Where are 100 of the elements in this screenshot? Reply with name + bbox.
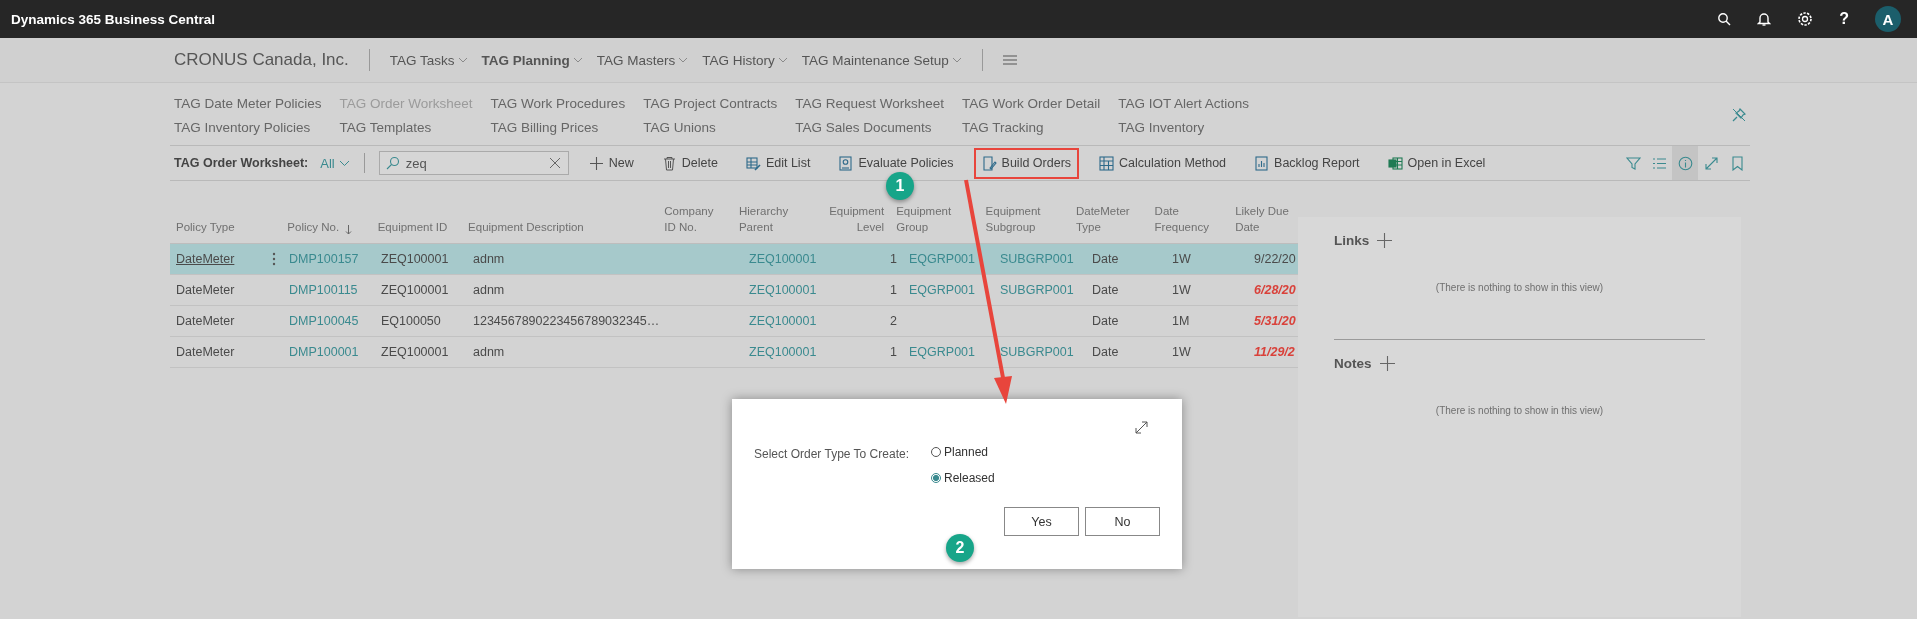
table-cell: 6/28/20	[1254, 283, 1296, 297]
page-link[interactable]: TAG Project Contracts	[643, 95, 778, 111]
sort-arrow-icon	[345, 225, 353, 235]
table-cell: EQ100050	[381, 314, 441, 328]
toolbar-button[interactable]: Edit List	[737, 147, 819, 179]
page-link[interactable]: TAG Inventory	[1118, 119, 1250, 135]
table-cell: 5/31/20	[1254, 314, 1296, 328]
toolbar-button[interactable]: Calculation Method	[1091, 147, 1235, 179]
toolbar-button[interactable]: Build Orders	[973, 147, 1080, 179]
table-cell[interactable]: ZEQ100001	[749, 345, 817, 359]
dialog-button[interactable]: Yes	[1004, 507, 1079, 536]
more-options-icon[interactable]	[272, 252, 276, 266]
toolbar-button[interactable]: Open in Excel	[1379, 147, 1494, 179]
search-icon[interactable]	[1717, 12, 1732, 26]
grid-pencil-icon	[745, 155, 761, 171]
table-cell[interactable]: EQGRP001	[909, 252, 975, 266]
column-header[interactable]: Equipment Group	[896, 203, 974, 235]
table-cell[interactable]: EQGRP001	[909, 345, 975, 359]
search-icon	[385, 156, 400, 170]
table-cell: adnm	[473, 283, 505, 297]
column-header[interactable]: Equipment Subgroup	[985, 203, 1064, 235]
column-header[interactable]: Equipment Level	[825, 203, 885, 235]
chevron-down-icon	[777, 57, 788, 63]
page-link[interactable]: TAG IOT Alert Actions	[1118, 95, 1250, 111]
table-cell[interactable]: ZEQ100001	[749, 252, 817, 266]
add-icon[interactable]	[1379, 356, 1395, 371]
menu-icon[interactable]	[1002, 55, 1017, 65]
clear-icon[interactable]	[548, 157, 561, 169]
add-icon[interactable]	[1377, 233, 1393, 248]
chevron-down-icon	[951, 57, 962, 63]
page-link[interactable]: TAG Work Order Detail	[962, 95, 1101, 111]
table-cell[interactable]: DMP100157	[289, 252, 359, 266]
toolbar-button[interactable]: Backlog Report	[1246, 147, 1368, 179]
column-header[interactable]: Equipment Description	[468, 219, 584, 235]
column-header[interactable]: Hierarchy Parent	[738, 203, 814, 235]
table-row[interactable]: DateMeter DMP100001 ZEQ100001 adnm ZEQ100001 1 EQGRP001 SUBGRP001 Date 1W 11/29/2	[170, 337, 1298, 368]
table-cell: 2	[890, 314, 897, 328]
step-badge: 1	[886, 172, 914, 200]
page-link[interactable]: TAG Work Procedures	[490, 95, 626, 111]
company-name[interactable]: CRONUS Canada, Inc.	[174, 50, 349, 70]
table-cell[interactable]: SUBGRP001	[1000, 252, 1074, 266]
column-header[interactable]: DateMeter Type	[1075, 203, 1143, 235]
table-cell: 1W	[1172, 283, 1191, 297]
info-icon[interactable]	[1672, 146, 1698, 180]
radio-option[interactable]: Released	[930, 471, 995, 485]
table-cell[interactable]: ZEQ100001	[749, 314, 817, 328]
table-row[interactable]: DateMeter DMP100157 ZEQ100001 adnm ZEQ100001 1 EQGRP001 SUBGRP001 Date 1W 9/22/20	[170, 244, 1298, 275]
table-cell[interactable]: EQGRP001	[909, 283, 975, 297]
chevron-down-icon	[572, 57, 583, 63]
page-link[interactable]: TAG Date Meter Policies	[174, 95, 322, 111]
column-header[interactable]: Policy Type	[176, 219, 235, 235]
table-cell: Date	[1092, 314, 1119, 328]
column-header[interactable]: Likely Due Date	[1235, 203, 1292, 235]
view-selector[interactable]: All	[320, 155, 350, 171]
bell-icon[interactable]	[1757, 11, 1772, 27]
column-header[interactable]: Equipment ID	[377, 219, 448, 235]
column-header[interactable]: Date Frequency	[1154, 203, 1224, 235]
table-cell[interactable]: SUBGRP001	[1000, 345, 1074, 359]
page-link[interactable]: TAG Request Worksheet	[795, 95, 944, 111]
column-header[interactable]: Policy No.	[287, 219, 340, 235]
table-cell: 1	[890, 345, 897, 359]
page-link[interactable]: TAG Sales Documents	[795, 119, 944, 135]
page-link[interactable]: TAG Unions	[643, 119, 778, 135]
chevron-down-icon	[678, 57, 689, 63]
user-avatar[interactable]: A	[1875, 6, 1901, 32]
document-pencil-icon	[981, 155, 997, 171]
nav-menu[interactable]: TAG Maintenance Setup	[801, 52, 962, 68]
nav-menu[interactable]: TAG Tasks	[389, 52, 468, 68]
dialog-button[interactable]: No	[1085, 507, 1160, 536]
search-field[interactable]: zeq	[378, 151, 569, 175]
toolbar-button[interactable]: New	[580, 147, 642, 179]
empty-message: (There is nothing to show in this view)	[1434, 281, 1605, 295]
help-button[interactable]: ?	[1839, 10, 1849, 28]
expand-icon[interactable]	[1135, 421, 1148, 434]
table-row[interactable]: DateMeter DMP100045 EQ100050 1234567890223456789032345… ZEQ100001 2 Date 1M 5/31/20	[170, 306, 1298, 337]
table-cell: Date	[1092, 283, 1119, 297]
table-cell[interactable]: DMP100001	[289, 345, 359, 359]
spreadsheet-icon	[1387, 155, 1403, 171]
field-label: Select Order Type To Create:	[754, 446, 909, 463]
chevron-down-icon	[338, 159, 350, 167]
table-cell[interactable]: SUBGRP001	[1000, 283, 1074, 297]
page-link[interactable]: TAG Billing Prices	[490, 119, 626, 135]
column-header[interactable]: Company ID No.	[664, 203, 727, 235]
toolbar-button[interactable]: Delete	[653, 147, 726, 179]
table-cell[interactable]: DMP100045	[289, 314, 359, 328]
table-row[interactable]: DateMeter DMP100115 ZEQ100001 adnm ZEQ100001 1 EQGRP001 SUBGRP001 Date 1W 6/28/20	[170, 275, 1298, 306]
radio-option[interactable]: Planned	[930, 445, 995, 459]
page-link[interactable]: TAG Templates	[339, 119, 473, 135]
page-link[interactable]: TAG Tracking	[962, 119, 1101, 135]
nav-menu[interactable]: TAG Masters	[596, 52, 689, 68]
table-cell: 1234567890223456789032345…	[473, 314, 660, 328]
nav-menu[interactable]: TAG Planning	[481, 52, 583, 68]
table-cell[interactable]: DMP100115	[289, 283, 358, 297]
table-cell[interactable]: ZEQ100001	[749, 283, 817, 297]
table-cell: ZEQ100001	[381, 252, 449, 266]
settings-icon[interactable]	[1797, 11, 1814, 27]
nav-menu[interactable]: TAG History	[702, 52, 788, 68]
page-link[interactable]: TAG Inventory Policies	[174, 119, 322, 135]
table-cell: adnm	[473, 252, 505, 266]
pin-icon[interactable]	[1731, 107, 1747, 123]
